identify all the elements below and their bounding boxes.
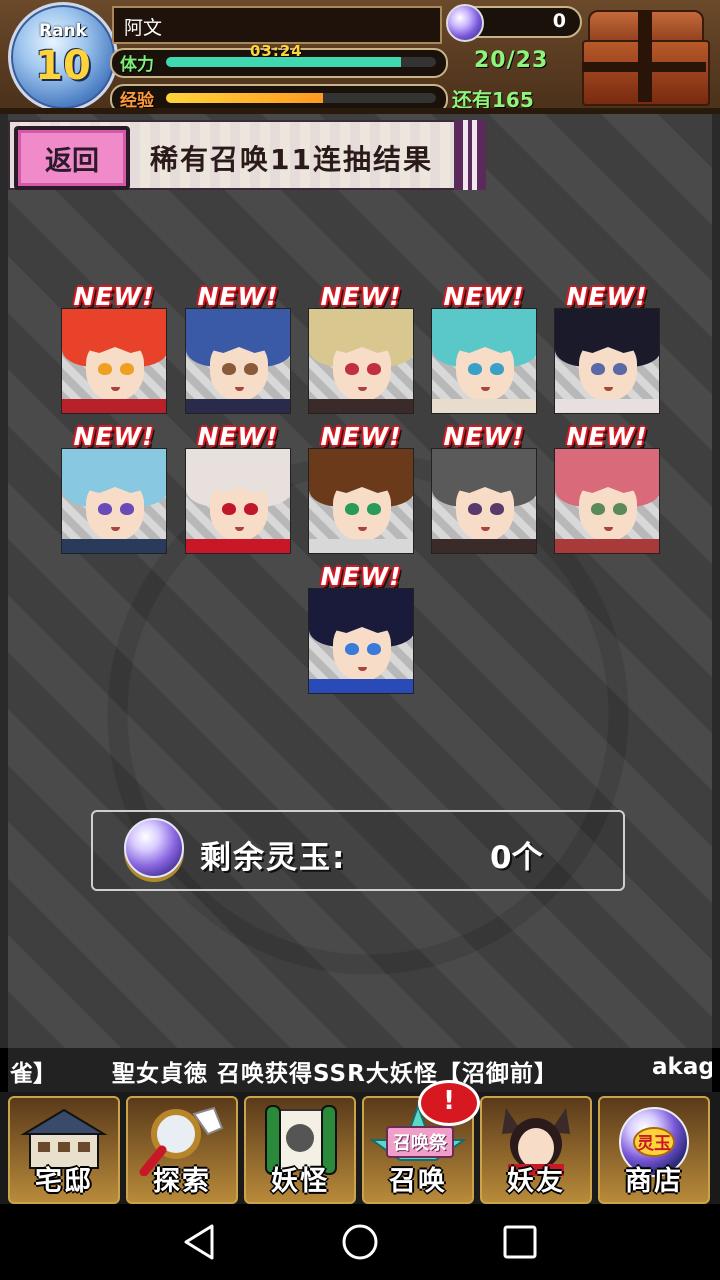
new-badge: NEW! — [443, 282, 525, 311]
summon-result-card[interactable]: NEW! — [308, 282, 414, 414]
orb-counter[interactable]: 0 — [446, 4, 582, 42]
back-button[interactable]: 返回 — [14, 126, 130, 190]
summon-result-card[interactable]: NEW! — [554, 422, 660, 554]
player-name: 阿文 — [124, 17, 163, 39]
page-title: 稀有召唤11连抽结果 — [150, 143, 433, 176]
news-ticker: 雀】 聖女貞徳 召唤获得SSR大妖怪【沼御前】 akag — [8, 1048, 712, 1092]
shop-orb-label: 灵玉 — [637, 1134, 671, 1154]
new-badge: NEW! — [566, 422, 648, 451]
new-badge: NEW! — [73, 282, 155, 311]
orb-count: 0 — [552, 10, 566, 32]
alert-badge-icon: ! — [418, 1080, 480, 1126]
ticker-text-1: 雀】 — [10, 1061, 56, 1087]
rank-emblem[interactable]: Rank 10 — [8, 2, 118, 112]
summon-result-card[interactable]: NEW! — [431, 422, 537, 554]
character-portrait — [554, 448, 660, 554]
character-portrait — [185, 308, 291, 414]
ticker-text-3: akag — [652, 1054, 712, 1080]
summon-result-card[interactable]: NEW! — [185, 282, 291, 414]
alert-badge-text: ! — [443, 1086, 455, 1116]
exp-label: 经验 — [120, 91, 154, 111]
summon-result-card[interactable]: NEW! — [308, 422, 414, 554]
exp-remaining: 还有165 — [452, 88, 534, 112]
spirit-orb-icon — [446, 4, 484, 42]
summon-festival-tag: 召唤祭 — [386, 1126, 454, 1158]
character-portrait — [308, 308, 414, 414]
nav-label: 探索 — [153, 1166, 211, 1197]
stamina-timer: 03:24 — [250, 42, 303, 60]
nav-explore[interactable]: 探索 — [126, 1096, 238, 1204]
spirit-orb-icon — [124, 818, 184, 878]
summon-result-card[interactable]: NEW! — [61, 422, 167, 554]
exp-bar: 经验 — [110, 84, 448, 114]
exp-track — [166, 93, 436, 103]
nav-label: 妖友 — [507, 1166, 565, 1197]
character-portrait — [61, 308, 167, 414]
stamina-label: 体力 — [120, 55, 154, 75]
treasure-chest-icon[interactable] — [582, 10, 710, 106]
summon-result-card[interactable]: NEW! — [308, 562, 414, 694]
home-circle-icon[interactable] — [340, 1222, 380, 1262]
summon-result-card[interactable]: NEW! — [554, 282, 660, 414]
nav-shop[interactable]: 灵玉 商店 — [598, 1096, 710, 1204]
rank-value: 10 — [35, 43, 91, 89]
exp-fill — [166, 93, 323, 103]
recents-square-icon[interactable] — [500, 1222, 540, 1262]
back-triangle-icon[interactable] — [180, 1222, 220, 1262]
ticker-text-2: 聖女貞徳 召唤获得SSR大妖怪【沼御前】 — [112, 1061, 558, 1087]
new-badge: NEW! — [320, 422, 402, 451]
new-badge: NEW! — [566, 282, 648, 311]
new-badge: NEW! — [443, 422, 525, 451]
nav-mansion[interactable]: 宅邸 — [8, 1096, 120, 1204]
summon-result-card[interactable]: NEW! — [61, 282, 167, 414]
summon-result-card[interactable]: NEW! — [185, 422, 291, 554]
new-badge: NEW! — [197, 282, 279, 311]
new-badge: NEW! — [197, 422, 279, 451]
character-portrait — [61, 448, 167, 554]
stamina-value: 20/23 — [474, 48, 549, 73]
summon-festival-label: 召唤祭 — [393, 1133, 447, 1154]
new-badge: NEW! — [320, 282, 402, 311]
nav-friends[interactable]: 妖友 — [480, 1096, 592, 1204]
character-portrait — [554, 308, 660, 414]
top-hud: Rank 10 阿文 体力 03:24 经验 0 20/23 还有165 — [0, 0, 720, 114]
character-portrait — [185, 448, 291, 554]
nav-label: 妖怪 — [271, 1166, 329, 1197]
character-portrait — [308, 588, 414, 694]
nav-youkai[interactable]: 妖怪 — [244, 1096, 356, 1204]
remaining-orbs-value: 0个 — [490, 840, 543, 876]
character-portrait — [431, 448, 537, 554]
rank-label: Rank — [39, 21, 87, 41]
nav-label: 商店 — [625, 1166, 683, 1197]
nav-label: 召唤 — [389, 1166, 447, 1197]
back-button-label: 返回 — [45, 146, 99, 177]
nav-label: 宅邸 — [35, 1166, 93, 1197]
banner-end-ornament — [454, 120, 486, 190]
character-portrait — [431, 308, 537, 414]
character-portrait — [308, 448, 414, 554]
player-name-box: 阿文 — [112, 6, 442, 44]
summon-result-card[interactable]: NEW! — [431, 282, 537, 414]
remaining-orbs-label: 剩余灵玉: — [200, 840, 347, 876]
new-badge: NEW! — [320, 562, 402, 591]
new-badge: NEW! — [73, 422, 155, 451]
